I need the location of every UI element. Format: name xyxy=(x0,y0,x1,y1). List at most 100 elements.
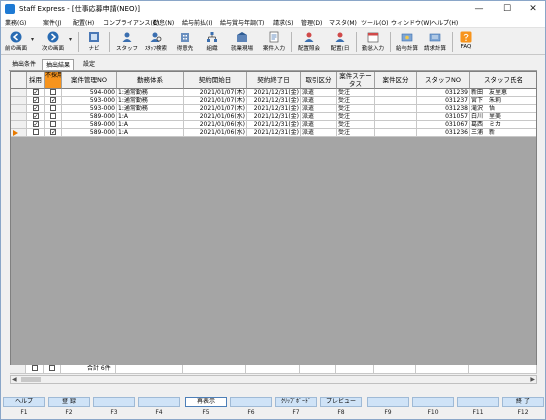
menu-compliance[interactable]: コンプライアンス(C) xyxy=(103,18,159,27)
deal-type-cell[interactable]: 派遣 xyxy=(301,113,337,121)
menu-haichi[interactable]: 配置(H) xyxy=(73,18,94,27)
reject-checkbox[interactable]: ✓ xyxy=(50,97,56,104)
tab-settings[interactable]: 設定 xyxy=(80,59,98,70)
adopt-checkbox[interactable]: ✓ xyxy=(32,113,39,120)
row-indicator[interactable] xyxy=(11,97,27,105)
row-indicator[interactable] xyxy=(11,121,27,129)
staff-name-cell[interactable]: 白川 里美 xyxy=(470,113,536,121)
staff-no-cell[interactable]: 031238 xyxy=(417,105,470,113)
reject-checkbox[interactable] xyxy=(50,121,56,127)
row-indicator[interactable] xyxy=(11,105,27,113)
total-adopt-checkbox[interactable] xyxy=(31,365,38,371)
staff-no-cell[interactable]: 031057 xyxy=(417,113,470,121)
back-dropdown-icon[interactable]: ▾ xyxy=(31,36,34,43)
menu-kyuyo-maebarai[interactable]: 給与前払(I) xyxy=(182,18,212,27)
total-reject-cell[interactable] xyxy=(44,365,61,374)
staff-name-cell[interactable]: 新田 友里恵 xyxy=(470,89,536,97)
reject-cell[interactable] xyxy=(45,113,62,121)
billing-button[interactable]: 請求計算 xyxy=(421,29,449,55)
attendance-button[interactable]: 勤怠入力 xyxy=(359,29,387,55)
contract-start-cell[interactable]: 2021/01/06(水) xyxy=(184,121,247,129)
tab-search-conditions[interactable]: 抽出条件 xyxy=(9,59,39,70)
staff-search-button[interactable]: ｽﾀｯﾌ検索 xyxy=(142,29,170,55)
fkey-f6-button[interactable] xyxy=(230,397,272,407)
header-job-kind[interactable]: 案件区分 xyxy=(375,72,417,89)
work-type-cell[interactable]: 1:A xyxy=(117,129,184,137)
faq-button[interactable]: FAQ xyxy=(455,29,477,55)
table-row[interactable]: ✓ 589-000 1:A 2021/01/06(水) 2021/12/31(金) 派遣受… xyxy=(11,121,536,129)
table-row[interactable]: ✓ ✓ 593-000 1:通常勤務 2021/01/07(木) 2021/12/31(金… xyxy=(11,97,536,105)
total-reject-checkbox[interactable] xyxy=(49,365,55,371)
tab-search-results[interactable]: 抽出結果 xyxy=(42,59,75,70)
menu-master[interactable]: マスタ(M) xyxy=(329,18,357,27)
menu-help[interactable]: ヘルプ(H) xyxy=(431,18,458,27)
reject-checkbox[interactable]: ✓ xyxy=(50,129,56,136)
organization-button[interactable]: 組織 xyxy=(201,29,223,55)
next-dropdown-icon[interactable]: ▾ xyxy=(69,36,72,43)
workplace-button[interactable]: 就業現場 xyxy=(227,29,257,55)
adopt-cell[interactable]: ✓ xyxy=(27,97,45,105)
contract-start-cell[interactable]: 2021/01/06(水) xyxy=(184,113,247,121)
reject-cell[interactable]: ✓ xyxy=(45,129,62,137)
reject-checkbox[interactable] xyxy=(50,113,56,119)
contract-end-cell[interactable]: 2021/12/31(金) xyxy=(247,89,301,97)
job-no-cell[interactable]: 589-000 xyxy=(62,129,117,137)
header-adopt[interactable]: 採用 xyxy=(27,72,45,89)
job-kind-cell[interactable] xyxy=(375,97,417,105)
job-entry-button[interactable]: 案件入力 xyxy=(260,29,288,55)
back-button[interactable]: 前の画面 xyxy=(3,29,29,55)
staff-name-cell[interactable]: 葛西 ミカ xyxy=(470,121,536,129)
fkey-f8-button[interactable]: プレビュー xyxy=(320,397,362,407)
staff-name-cell[interactable]: 滝沢 悟 xyxy=(470,105,536,113)
adopt-checkbox[interactable]: ✓ xyxy=(32,121,39,128)
placement-query-button[interactable]: 配置照会 xyxy=(295,29,323,55)
staff-no-cell[interactable]: 031236 xyxy=(417,129,470,137)
work-type-cell[interactable]: 1:通常勤務 xyxy=(117,105,184,113)
deal-type-cell[interactable]: 派遣 xyxy=(301,129,337,137)
job-no-cell[interactable]: 593-000 xyxy=(62,105,117,113)
reject-cell[interactable]: ✓ xyxy=(45,97,62,105)
reject-cell[interactable] xyxy=(45,105,62,113)
scroll-thumb[interactable] xyxy=(21,377,41,382)
contract-end-cell[interactable]: 2021/12/31(金) xyxy=(247,129,301,137)
job-kind-cell[interactable] xyxy=(375,121,417,129)
adopt-cell[interactable] xyxy=(27,129,45,137)
row-indicator[interactable] xyxy=(11,89,27,97)
header-contract-end[interactable]: 契約終了日 xyxy=(247,72,301,89)
payroll-button[interactable]: 給与計算 xyxy=(393,29,421,55)
contract-start-cell[interactable]: 2021/01/06(水) xyxy=(184,129,247,137)
reject-cell[interactable] xyxy=(45,89,62,97)
contract-end-cell[interactable]: 2021/12/31(金) xyxy=(247,121,301,129)
job-status-cell[interactable]: 受注 xyxy=(337,121,375,129)
minimize-button[interactable]: — xyxy=(465,1,493,17)
table-row[interactable]: ✓ 589-000 1:A 2021/01/06(水) 2021/12/31(金) 派遣受… xyxy=(11,129,536,137)
job-no-cell[interactable]: 589-000 xyxy=(62,113,117,121)
work-type-cell[interactable]: 1:A xyxy=(117,113,184,121)
reject-cell[interactable] xyxy=(45,121,62,129)
staff-button[interactable]: スタッフ xyxy=(114,29,140,55)
deal-type-cell[interactable]: 派遣 xyxy=(301,121,337,129)
menu-seikyu[interactable]: 請求(S) xyxy=(273,18,294,27)
fkey-f7-button[interactable]: ｸﾘｯﾌﾟﾎﾞｰﾄﾞ xyxy=(275,397,317,407)
navi-button[interactable]: ナビ xyxy=(83,29,105,55)
work-type-cell[interactable]: 1:通常勤務 xyxy=(117,89,184,97)
deal-type-cell[interactable]: 派遣 xyxy=(301,105,337,113)
staff-name-cell[interactable]: 三浦 新 xyxy=(470,129,536,137)
job-status-cell[interactable]: 受注 xyxy=(337,89,375,97)
job-status-cell[interactable]: 受注 xyxy=(337,129,375,137)
staff-no-cell[interactable]: 031239 xyxy=(417,89,470,97)
fkey-f9-button[interactable] xyxy=(367,397,409,407)
scroll-right-icon[interactable]: ▶ xyxy=(530,376,535,383)
adopt-cell[interactable]: ✓ xyxy=(27,121,45,129)
job-kind-cell[interactable] xyxy=(375,89,417,97)
contract-start-cell[interactable]: 2021/01/07(木) xyxy=(184,89,247,97)
fkey-f12-button[interactable]: 終 了 xyxy=(502,397,544,407)
job-no-cell[interactable]: 589-000 xyxy=(62,121,117,129)
deal-type-cell[interactable]: 派遣 xyxy=(301,97,337,105)
job-status-cell[interactable]: 受注 xyxy=(337,113,375,121)
menu-kintai[interactable]: 勤怠(N) xyxy=(153,18,174,27)
menu-window[interactable]: ウィンドウ(W) xyxy=(391,18,432,27)
customer-button[interactable]: 得意先 xyxy=(173,29,197,55)
work-type-cell[interactable]: 1:A xyxy=(117,121,184,129)
fkey-f3-button[interactable] xyxy=(93,397,135,407)
